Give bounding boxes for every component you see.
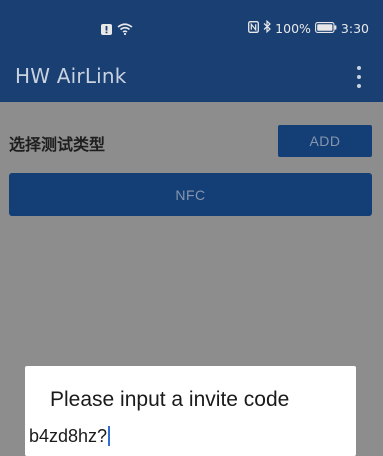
text-cursor bbox=[108, 426, 111, 446]
battery-percent: 100% bbox=[275, 20, 311, 36]
more-vertical-icon[interactable] bbox=[353, 66, 365, 88]
invite-code-value: b4zd8hz? bbox=[29, 425, 108, 446]
clock-time: 3:30 bbox=[340, 20, 369, 36]
status-right-area: 100% 3:30 bbox=[248, 19, 369, 36]
status-bar: 100% 3:30 bbox=[0, 0, 383, 54]
nfc-icon bbox=[248, 20, 260, 36]
app-title: HW AirLink bbox=[15, 64, 127, 88]
app-bar: HW AirLink bbox=[0, 54, 383, 102]
add-button[interactable]: ADD bbox=[278, 125, 372, 157]
status-left-icons bbox=[101, 20, 133, 39]
invite-code-input[interactable]: b4zd8hz? bbox=[29, 423, 329, 449]
notification-alert-icon bbox=[101, 20, 112, 39]
bluetooth-icon bbox=[263, 19, 272, 36]
dialog-title: Please input a invite code bbox=[50, 388, 290, 411]
invite-code-dialog: Please input a invite code b4zd8hz? bbox=[25, 366, 356, 456]
wifi-icon bbox=[117, 20, 133, 39]
test-type-label: 选择测试类型 bbox=[9, 135, 106, 154]
nfc-button[interactable]: NFC bbox=[9, 173, 372, 216]
battery-icon bbox=[314, 21, 337, 36]
